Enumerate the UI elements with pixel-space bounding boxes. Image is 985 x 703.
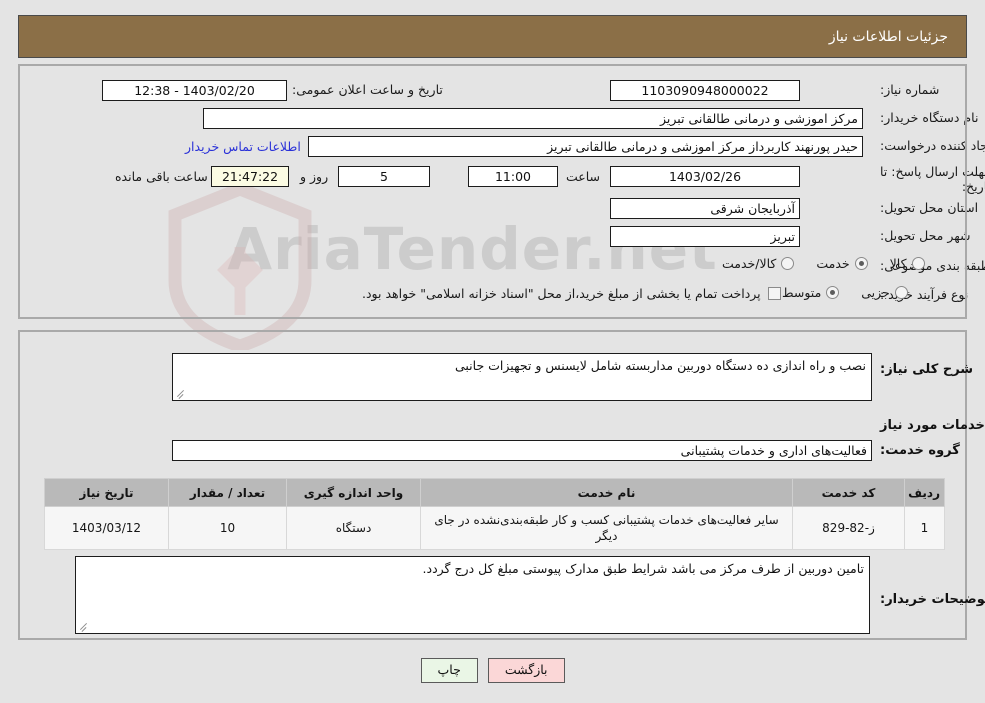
process-radio-0[interactable] bbox=[894, 286, 908, 299]
treasury-checkbox-row[interactable]: پرداخت تمام یا بخشی از مبلغ خرید،از محل … bbox=[362, 286, 781, 301]
back-button[interactable]: بازگشت bbox=[487, 658, 565, 683]
resize-grip-icon[interactable] bbox=[175, 389, 185, 399]
table-col-header-2: نام خدمت bbox=[420, 478, 793, 507]
category-option-1[interactable]: خدمت bbox=[816, 256, 868, 271]
general-info-panel bbox=[18, 64, 967, 319]
table-cell-index: 1 bbox=[904, 506, 945, 550]
action-buttons: بازگشت چاپ bbox=[0, 658, 985, 683]
process-label-1: متوسط bbox=[782, 285, 822, 300]
need-summary-label: شرح کلی نیاز: bbox=[880, 362, 974, 377]
table-col-header-3: واحد اندازه گیری bbox=[286, 478, 421, 507]
category-label-0: کالا bbox=[889, 256, 907, 271]
days-label: روز و bbox=[300, 169, 329, 184]
table-row: 1 ز-82-829 سایر فعالیت‌های خدمات پشتیبانی … bbox=[44, 506, 945, 550]
table-header-row: ردیف کد خدمت نام خدمت واحد اندازه گیری تعداد… bbox=[44, 478, 945, 507]
category-option-0[interactable]: کالا bbox=[890, 256, 925, 271]
category-radio-0[interactable] bbox=[911, 257, 925, 270]
treasury-checkbox-label: پرداخت تمام یا بخشی از مبلغ خرید،از محل … bbox=[362, 286, 761, 301]
services-section-heading: اطلاعات خدمات مورد نیاز bbox=[880, 418, 985, 433]
table-col-header-1: کد خدمت bbox=[792, 478, 905, 507]
table-col-header-4: تعداد / مقدار bbox=[168, 478, 287, 507]
process-label-0: جزیی bbox=[861, 285, 890, 300]
table-cell-unit: دستگاه bbox=[286, 506, 421, 550]
days-remaining-field[interactable]: 5 bbox=[338, 166, 430, 187]
treasury-checkbox[interactable] bbox=[767, 287, 781, 300]
process-radio-1[interactable] bbox=[826, 286, 840, 299]
category-label-1: خدمت bbox=[816, 256, 850, 271]
table-cell-name: سایر فعالیت‌های خدمات پشتیبانی کسب و کار… bbox=[420, 506, 793, 550]
page-header: جزئیات اطلاعات نیاز bbox=[18, 15, 967, 58]
page-title: جزئیات اطلاعات نیاز bbox=[828, 28, 948, 45]
deadline-date-field[interactable]: 1403/02/26 bbox=[610, 166, 800, 187]
need-number-field[interactable]: 1103090948000022 bbox=[610, 80, 800, 101]
category-label-2: کالا/خدمت bbox=[722, 256, 777, 271]
city-field[interactable]: تبریز bbox=[610, 226, 800, 247]
process-option-0[interactable]: جزیی bbox=[861, 285, 908, 300]
services-table: ردیف کد خدمت نام خدمت واحد اندازه گیری تعداد… bbox=[44, 478, 945, 550]
page-root: AriaTender.net جزئیات اطلاعات نیاز شماره… bbox=[0, 0, 985, 703]
category-option-2[interactable]: کالا/خدمت bbox=[722, 256, 795, 271]
table-cell-qty: 10 bbox=[168, 506, 287, 550]
buyer-notes-text: تامین دوربین از طرف مرکز می باشد شرایط ط… bbox=[422, 561, 864, 576]
category-radio-group[interactable]: کالا خدمت کالا/خدمت bbox=[700, 256, 925, 271]
countdown-field: 21:47:22 bbox=[211, 166, 289, 187]
need-summary-text: نصب و راه اندازی ده دستگاه دوربین مداربس… bbox=[454, 358, 866, 373]
hour-label: ساعت bbox=[566, 169, 601, 184]
table-cell-code: ز-82-829 bbox=[792, 506, 905, 550]
table-cell-date: 1403/03/12 bbox=[44, 506, 169, 550]
buyer-contact-link[interactable]: اطلاعات تماس خریدار bbox=[185, 139, 301, 154]
hour-field[interactable]: 11:00 bbox=[468, 166, 558, 187]
table-body: 1 ز-82-829 سایر فعالیت‌های خدمات پشتیبانی … bbox=[44, 506, 945, 550]
print-button[interactable]: چاپ bbox=[420, 658, 478, 683]
category-radio-1[interactable] bbox=[854, 257, 868, 270]
buyer-org-field[interactable]: مرکز اموزشی و درمانی طالقانی تبریز bbox=[203, 108, 863, 129]
service-group-field[interactable]: فعالیت‌های اداری و خدمات پشتیبانی bbox=[172, 440, 872, 461]
need-summary-textarea[interactable]: نصب و راه اندازی ده دستگاه دوربین مداربس… bbox=[172, 353, 872, 401]
province-field[interactable]: آذربایجان شرقی bbox=[610, 198, 800, 219]
resize-grip-icon-notes[interactable] bbox=[78, 622, 88, 632]
services-table-wrap: ردیف کد خدمت نام خدمت واحد اندازه گیری تعداد… bbox=[44, 478, 945, 550]
table-col-header-5: تاریخ نیاز bbox=[44, 478, 169, 507]
category-radio-2[interactable] bbox=[781, 257, 795, 270]
process-radio-group[interactable]: جزیی متوسط bbox=[760, 285, 908, 300]
announce-date-field[interactable]: 1403/02/20 - 12:38 bbox=[102, 80, 287, 101]
table-col-header-0: ردیف bbox=[904, 478, 945, 507]
countdown-label: ساعت باقی مانده bbox=[115, 169, 208, 184]
creator-field[interactable]: حیدر پورنهند کاربرداز مرکز اموزشی و درما… bbox=[308, 136, 863, 157]
buyer-notes-textarea[interactable]: تامین دوربین از طرف مرکز می باشد شرایط ط… bbox=[75, 556, 870, 634]
buyer-notes-label: توضیحات خریدار: bbox=[880, 592, 985, 607]
process-option-1[interactable]: متوسط bbox=[782, 285, 840, 300]
service-group-label: گروه خدمت: bbox=[880, 443, 960, 458]
